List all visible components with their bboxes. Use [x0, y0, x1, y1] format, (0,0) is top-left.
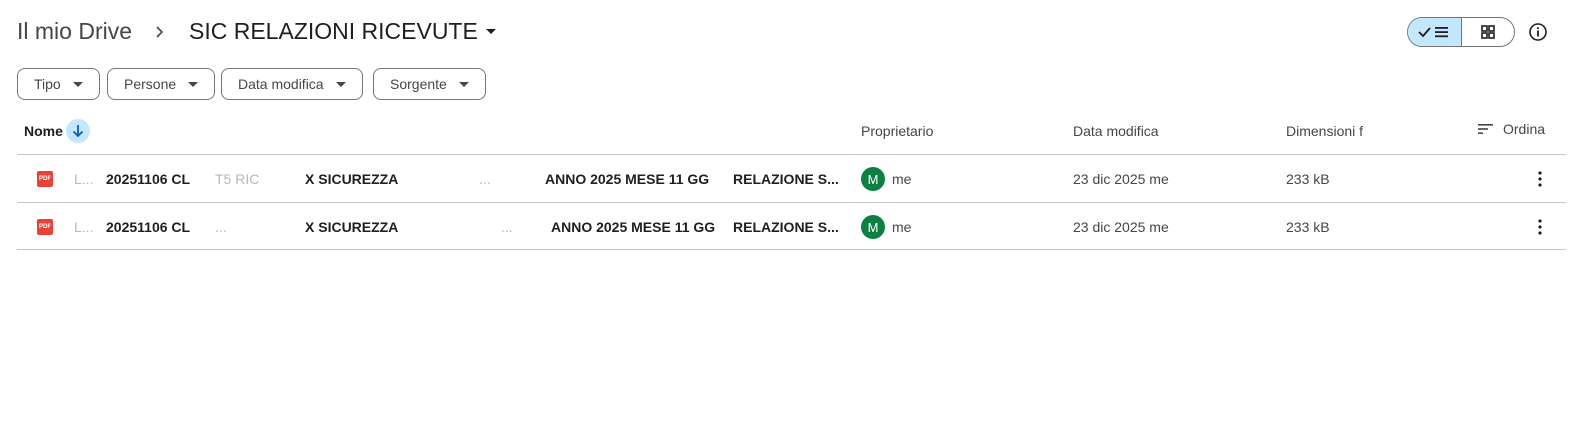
filter-label: Data modifica: [238, 76, 324, 92]
column-header-name[interactable]: Nome: [24, 123, 63, 139]
file-name-part: ...: [501, 219, 513, 235]
breadcrumb-root[interactable]: Il mio Drive: [17, 18, 132, 45]
caret-down-icon: [485, 29, 496, 34]
file-name-part: 20251106 CL: [106, 219, 191, 235]
owner-name: me: [892, 219, 912, 235]
modified-date: 23 dic 2025 me: [1073, 171, 1169, 187]
column-header-modified[interactable]: Data modifica: [1073, 123, 1159, 139]
sort-direction-button[interactable]: [66, 119, 90, 143]
file-name-part: ...: [479, 171, 491, 187]
sort-label: Ordina: [1503, 121, 1546, 137]
avatar: M: [861, 167, 885, 191]
file-size: 233 kB: [1286, 171, 1330, 187]
file-name-part: RELAZIONE S...: [733, 171, 839, 187]
check-list-icon: [1418, 27, 1449, 38]
pdf-file-icon: PDF: [37, 219, 53, 235]
file-name-part: T5 RIC: [215, 171, 260, 187]
filter-source[interactable]: Sorgente: [373, 68, 486, 100]
file-size: 233 kB: [1286, 219, 1330, 235]
avatar: M: [861, 215, 885, 239]
table-row[interactable]: PDF L... 20251106 CL T5 RIC X SICUREZZA …: [17, 155, 1566, 202]
file-name-part: L...: [74, 171, 94, 187]
file-name-part: ANNO 2025 MESE 11 GG: [545, 171, 710, 187]
sort-icon: [1478, 124, 1493, 134]
file-name-part: 20251106 CL: [106, 171, 191, 187]
column-header-size[interactable]: Dimensioni f: [1286, 123, 1363, 139]
column-header-owner[interactable]: Proprietario: [861, 123, 933, 139]
info-icon: [1529, 23, 1547, 41]
grid-view-button[interactable]: [1462, 18, 1515, 46]
file-name-part: X SICUREZZA: [305, 171, 399, 187]
file-name-part: X SICUREZZA: [305, 219, 399, 235]
arrow-down-icon: [72, 125, 84, 138]
file-name-part: L...: [74, 219, 94, 235]
divider: [17, 249, 1566, 250]
more-vert-icon: [1538, 171, 1542, 187]
filter-label: Sorgente: [390, 76, 447, 92]
modified-date: 23 dic 2025 me: [1073, 219, 1169, 235]
filter-type[interactable]: Tipo: [17, 68, 100, 100]
filter-label: Tipo: [34, 76, 61, 92]
folder-title: SIC RELAZIONI RICEVUTE: [189, 18, 478, 44]
filter-label: Persone: [124, 76, 177, 92]
filter-people[interactable]: Persone: [107, 68, 216, 100]
caret-down-icon: [72, 81, 83, 87]
more-vert-icon: [1538, 219, 1542, 235]
view-toggle: [1407, 17, 1515, 47]
info-button[interactable]: [1526, 20, 1550, 44]
caret-down-icon: [458, 81, 469, 87]
filter-modified[interactable]: Data modifica: [221, 68, 363, 100]
list-view-button[interactable]: [1408, 18, 1462, 46]
pdf-file-icon: PDF: [37, 171, 53, 187]
caret-down-icon: [335, 81, 346, 87]
owner-name: me: [892, 171, 912, 187]
chevron-right-icon: [156, 26, 164, 38]
breadcrumb-current-folder[interactable]: SIC RELAZIONI RICEVUTE: [189, 18, 496, 45]
grid-icon: [1480, 25, 1495, 39]
file-name-part: ...: [215, 219, 227, 235]
caret-down-icon: [188, 81, 199, 87]
sort-menu-button[interactable]: Ordina: [1478, 121, 1545, 137]
more-actions-button[interactable]: [1528, 167, 1552, 191]
file-name-part: ANNO 2025 MESE 11 GG: [551, 219, 716, 235]
table-row[interactable]: PDF L... 20251106 CL ... X SICUREZZA ...…: [17, 203, 1566, 250]
file-name-part: RELAZIONE S...: [733, 219, 839, 235]
more-actions-button[interactable]: [1528, 215, 1552, 239]
